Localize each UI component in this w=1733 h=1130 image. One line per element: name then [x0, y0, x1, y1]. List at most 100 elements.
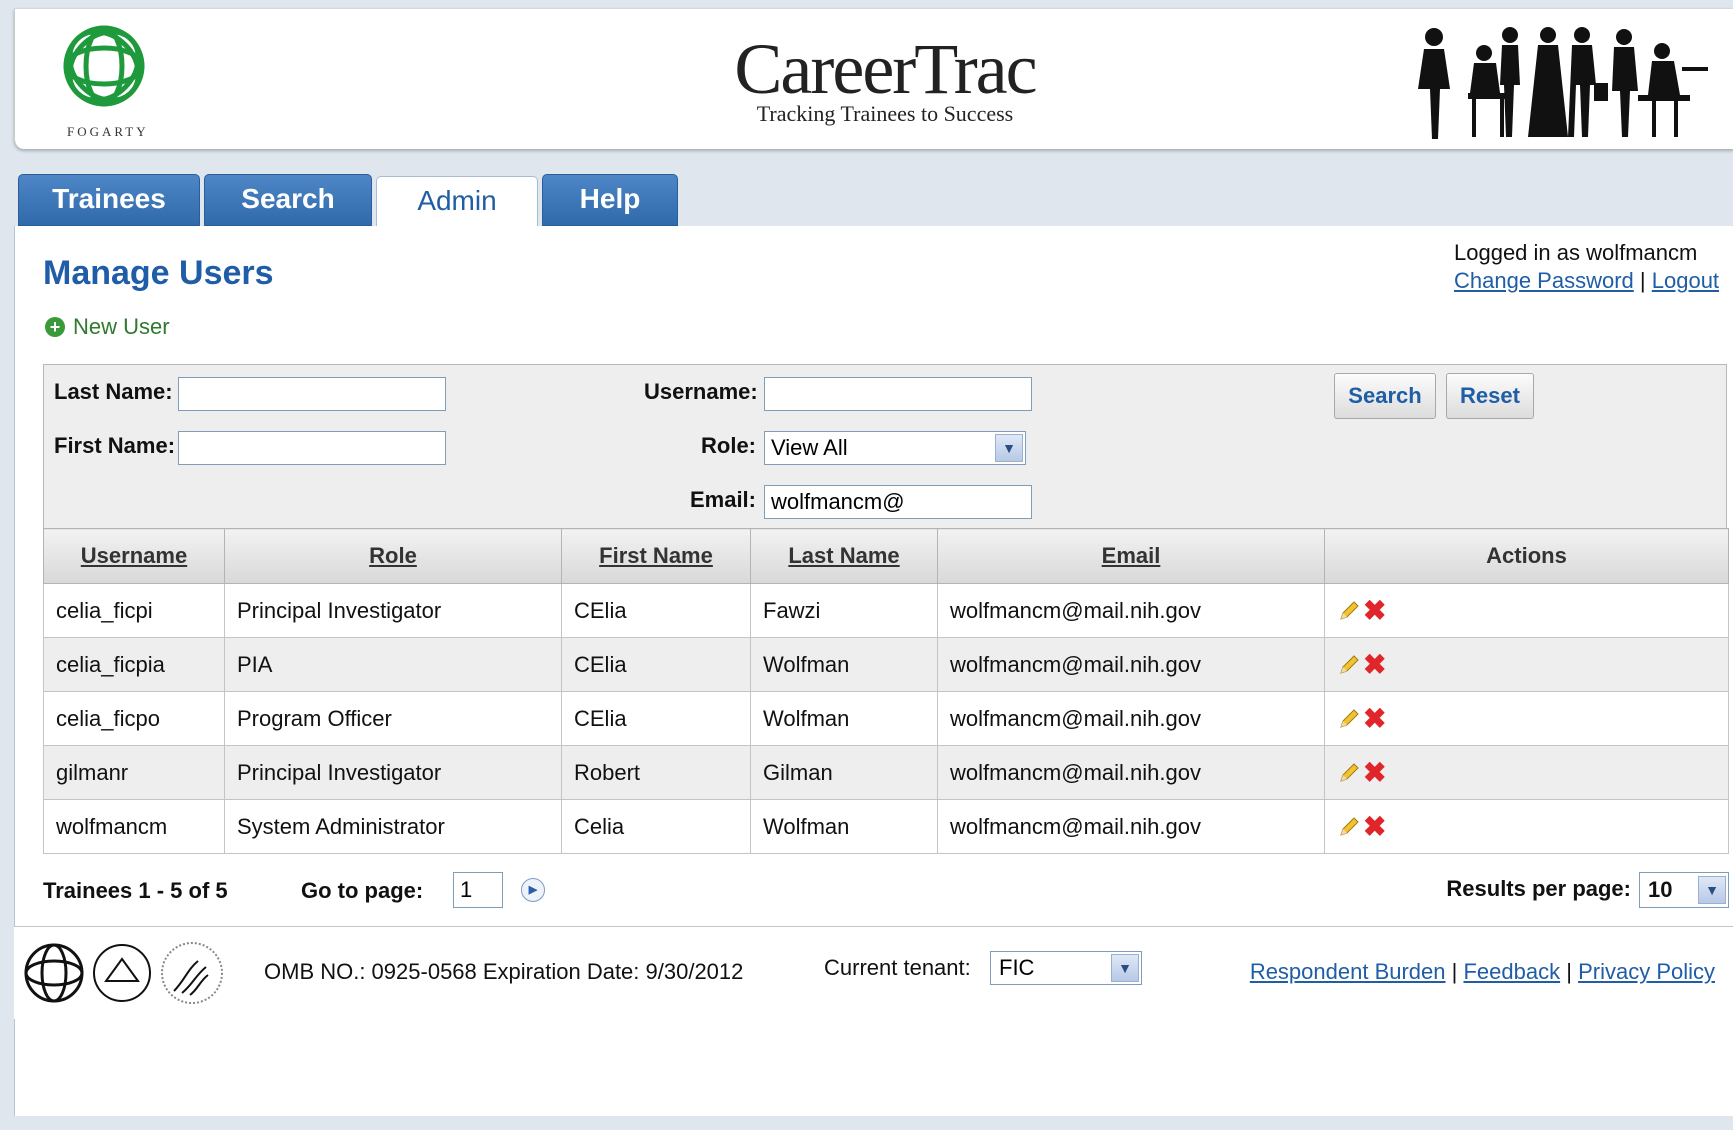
tenant-select-value: FIC [999, 955, 1035, 980]
next-page-icon[interactable]: ▶ [521, 878, 545, 902]
site-header: FOGARTY CareerTrac Tracking Trainees to … [14, 8, 1733, 149]
delete-icon[interactable]: ✖ [1363, 648, 1386, 681]
cell-first-name: Celia [561, 799, 751, 854]
cell-username: celia_ficpia [43, 637, 225, 692]
tab-search[interactable]: Search [204, 174, 372, 226]
results-per-page-select[interactable]: 10 ▼ [1639, 872, 1729, 908]
cell-last-name: Wolfman [750, 691, 938, 746]
cell-first-name: CElia [561, 637, 751, 692]
site-footer: OMB NO.: 0925-0568 Expiration Date: 9/30… [14, 926, 1733, 1019]
cell-email: wolfmancm@mail.nih.gov [937, 583, 1325, 638]
tenant-select[interactable]: FIC ▼ [990, 951, 1142, 985]
cell-role: Principal Investigator [224, 583, 562, 638]
results-per-page-value: 10 [1648, 877, 1673, 902]
cell-first-name: CElia [561, 583, 751, 638]
reset-button[interactable]: Reset [1446, 373, 1534, 419]
link-separator: | [1639, 268, 1646, 293]
role-select-value: View All [771, 435, 848, 460]
plus-icon: + [45, 317, 65, 337]
table-row: celia_ficpo Program Officer CElia Wolfma… [43, 691, 1729, 746]
new-user-link[interactable]: + New User [45, 314, 170, 340]
tab-help[interactable]: Help [542, 174, 678, 226]
cell-email: wolfmancm@mail.nih.gov [937, 745, 1325, 800]
pencil-icon[interactable] [1337, 653, 1361, 677]
feedback-link[interactable]: Feedback [1463, 959, 1560, 984]
cell-actions: ✖ [1324, 745, 1729, 800]
page-number-input[interactable] [453, 872, 503, 908]
chevron-down-icon[interactable]: ▼ [1111, 954, 1139, 982]
privacy-policy-link[interactable]: Privacy Policy [1578, 959, 1715, 984]
pencil-icon[interactable] [1337, 761, 1361, 785]
table-row: wolfmancm System Administrator Celia Wol… [43, 799, 1729, 854]
change-password-link[interactable]: Change Password [1454, 268, 1634, 293]
cell-actions: ✖ [1324, 691, 1729, 746]
cell-last-name: Gilman [750, 745, 938, 800]
cell-actions: ✖ [1324, 799, 1729, 854]
pencil-icon[interactable] [1337, 707, 1361, 731]
users-table: Username Role First Name Last Name Email… [43, 528, 1729, 854]
delete-icon[interactable]: ✖ [1363, 702, 1386, 735]
cell-role: Principal Investigator [224, 745, 562, 800]
logo-text: FOGARTY [67, 124, 149, 139]
logout-link[interactable]: Logout [1652, 268, 1719, 293]
login-info: Logged in as wolfmancm Change Password |… [1454, 240, 1733, 294]
pagination-bar: Trainees 1 - 5 of 5 Go to page: ▶ Result… [43, 872, 1729, 912]
page-title: Manage Users [43, 254, 274, 292]
delete-icon[interactable]: ✖ [1363, 756, 1386, 789]
role-label: Role: [701, 433, 756, 458]
cell-last-name: Wolfman [750, 637, 938, 692]
table-row: gilmanr Principal Investigator Robert Gi… [43, 745, 1729, 800]
cell-email: wolfmancm@mail.nih.gov [937, 637, 1325, 692]
cell-first-name: CElia [561, 691, 751, 746]
cell-last-name: Wolfman [750, 799, 938, 854]
cell-role: Program Officer [224, 691, 562, 746]
column-header-username[interactable]: Username [43, 528, 225, 584]
email-label: Email: [689, 487, 756, 512]
goto-page-label: Go to page: [301, 878, 424, 903]
link-separator: | [1451, 959, 1458, 984]
username-label: Username: [644, 379, 758, 404]
agency-seals-icon [24, 942, 223, 1004]
column-header-last-name[interactable]: Last Name [750, 528, 938, 584]
cell-username: gilmanr [43, 745, 225, 800]
app-frame: FOGARTY CareerTrac Tracking Trainees to … [0, 0, 1733, 1130]
brand: CareerTrac Tracking Trainees to Success [695, 31, 1075, 127]
table-row: celia_ficpia PIA CElia Wolfman wolfmancm… [43, 637, 1729, 692]
tab-admin[interactable]: Admin [376, 176, 538, 232]
cell-role: PIA [224, 637, 562, 692]
cell-username: celia_ficpi [43, 583, 225, 638]
last-name-input[interactable] [178, 377, 446, 411]
people-silhouettes-icon [1418, 27, 1708, 139]
pencil-icon[interactable] [1337, 815, 1361, 839]
delete-icon[interactable]: ✖ [1363, 810, 1386, 843]
chevron-down-icon[interactable]: ▼ [1698, 876, 1726, 904]
delete-icon[interactable]: ✖ [1363, 594, 1386, 627]
link-separator: | [1566, 959, 1572, 984]
cell-email: wolfmancm@mail.nih.gov [937, 799, 1325, 854]
tenant-label: Current tenant: [824, 955, 971, 980]
cell-last-name: Fawzi [750, 583, 938, 638]
omb-text: OMB NO.: 0925-0568 Expiration Date: 9/30… [264, 959, 744, 984]
result-count: Trainees 1 - 5 of 5 [43, 878, 228, 903]
pencil-icon[interactable] [1337, 599, 1361, 623]
table-row: celia_ficpi Principal Investigator CElia… [43, 583, 1729, 638]
table-header-row: Username Role First Name Last Name Email… [43, 528, 1729, 584]
column-header-first-name[interactable]: First Name [561, 528, 751, 584]
new-user-label: New User [73, 314, 170, 339]
username-input[interactable] [764, 377, 1032, 411]
respondent-burden-link[interactable]: Respondent Burden [1250, 959, 1446, 984]
cell-role: System Administrator [224, 799, 562, 854]
cell-actions: ✖ [1324, 637, 1729, 692]
tab-trainees[interactable]: Trainees [18, 174, 200, 226]
cell-actions: ✖ [1324, 583, 1729, 638]
column-header-email[interactable]: Email [937, 528, 1325, 584]
first-name-input[interactable] [178, 431, 446, 465]
cell-username: wolfmancm [43, 799, 225, 854]
column-header-role[interactable]: Role [224, 528, 562, 584]
role-select[interactable]: View All ▼ [764, 431, 1026, 465]
search-button[interactable]: Search [1334, 373, 1436, 419]
fogarty-logo[interactable]: FOGARTY [59, 21, 169, 146]
email-input[interactable] [764, 485, 1032, 519]
footer-links: Respondent Burden | Feedback | Privacy P… [1250, 959, 1715, 985]
chevron-down-icon[interactable]: ▼ [995, 434, 1023, 462]
